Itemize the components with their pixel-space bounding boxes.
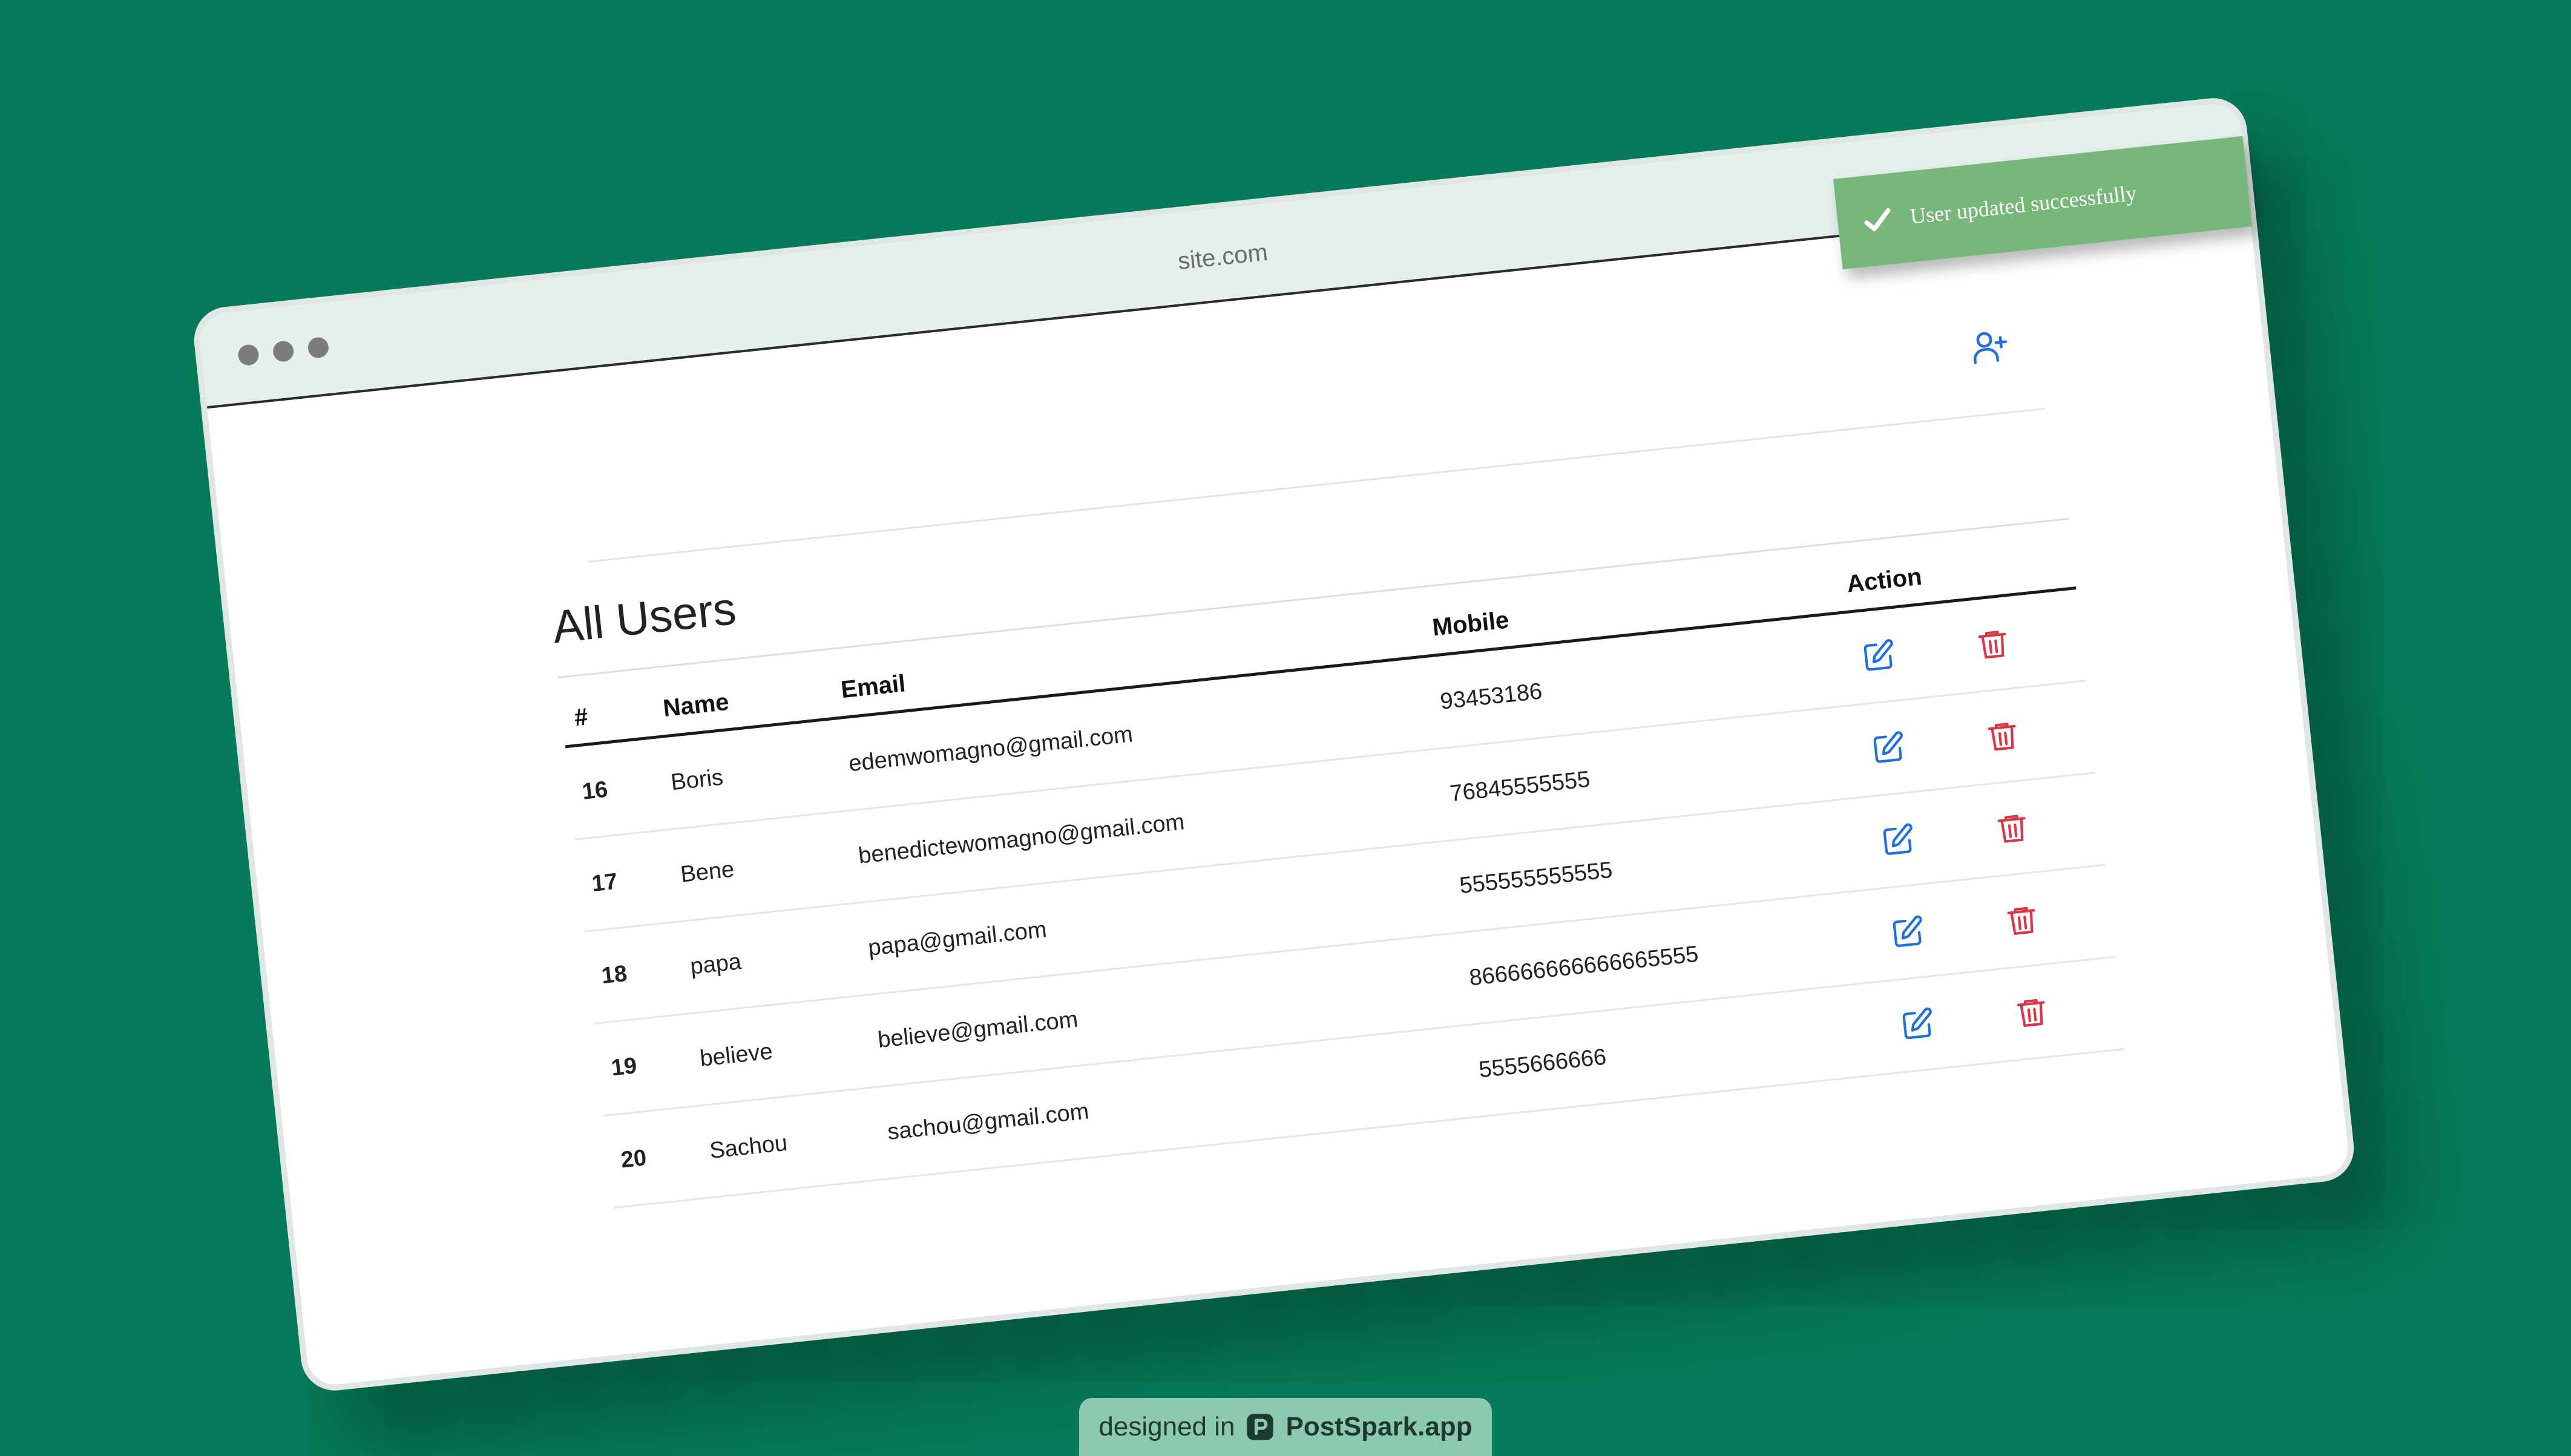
badge-brand: PostSpark.app — [1286, 1412, 1473, 1441]
users-table: # Name Email Mobile Action 16 Boris edem… — [559, 533, 2125, 1209]
row-name: Bene — [663, 811, 852, 922]
browser-window: site.com All Users # Name Email Mobile A… — [191, 94, 2357, 1394]
toast-message: User updated successfully — [1909, 180, 2138, 229]
row-id: 17 — [575, 830, 674, 932]
pencil-square-icon — [1893, 915, 1922, 947]
row-name: Sachou — [692, 1087, 881, 1199]
page-title: All Users — [550, 582, 739, 654]
pencil-square-icon — [1902, 1007, 1932, 1040]
check-icon — [1864, 208, 1891, 232]
header-id: # — [559, 682, 654, 747]
trash-icon — [2017, 999, 2046, 1027]
postspark-logo-icon — [1247, 1414, 1274, 1440]
delete-user-button[interactable] — [1996, 893, 2049, 946]
row-id: 20 — [604, 1106, 703, 1208]
row-name: believe — [683, 995, 871, 1107]
edit-user-button[interactable] — [1871, 813, 1925, 867]
trash-icon — [1998, 815, 2026, 843]
pencil-square-icon — [1883, 823, 1913, 855]
row-name: papa — [673, 903, 861, 1014]
postspark-badge[interactable]: designed in PostSpark.app — [1079, 1398, 1492, 1456]
header-divider — [588, 407, 2046, 563]
pencil-square-icon — [1873, 731, 1903, 763]
add-user-button[interactable] — [1963, 320, 2017, 373]
edit-user-button[interactable] — [1862, 721, 1915, 775]
row-id: 16 — [565, 737, 664, 840]
row-name: Boris — [654, 718, 842, 830]
edit-user-button[interactable] — [1881, 905, 1934, 959]
trash-icon — [2008, 907, 2036, 935]
delete-user-button[interactable] — [1986, 801, 2040, 854]
trash-icon — [1978, 631, 2007, 659]
pencil-square-icon — [1863, 639, 1893, 671]
trash-icon — [1988, 723, 2017, 751]
row-id: 18 — [585, 922, 683, 1024]
badge-prefix: designed in — [1098, 1412, 1235, 1441]
canvas: site.com All Users # Name Email Mobile A… — [0, 0, 2571, 1456]
user-plus-icon — [1974, 332, 2008, 364]
edit-user-button[interactable] — [1852, 629, 1905, 683]
row-id: 19 — [594, 1014, 693, 1116]
delete-user-button[interactable] — [1967, 617, 2020, 671]
delete-user-button[interactable] — [1977, 709, 2030, 762]
delete-user-button[interactable] — [2006, 986, 2059, 1039]
edit-user-button[interactable] — [1891, 997, 1944, 1051]
